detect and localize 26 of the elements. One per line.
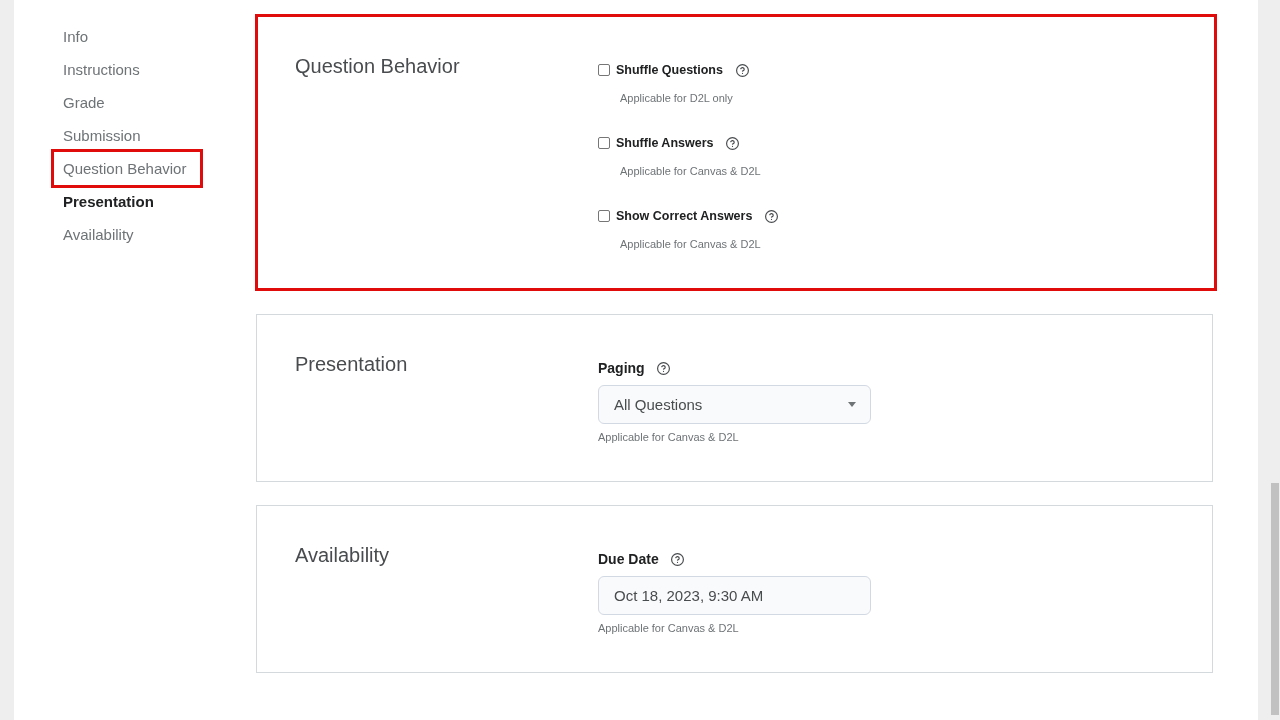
- help-icon[interactable]: [726, 136, 740, 150]
- help-icon[interactable]: [670, 552, 684, 566]
- date-input-field[interactable]: Oct 18, 2023, 9:30 AM: [598, 576, 871, 615]
- scrollbar-thumb[interactable]: [1271, 483, 1279, 715]
- help-icon[interactable]: [735, 63, 749, 77]
- hint-text: Applicable for Canvas & D2L: [598, 430, 739, 445]
- field-label: Paging: [598, 359, 645, 378]
- checkbox-label[interactable]: Show Correct Answers: [616, 206, 753, 226]
- checkbox[interactable]: [598, 64, 610, 76]
- hint-text: Applicable for Canvas & D2L: [619, 164, 761, 179]
- field-label: Due Date: [598, 550, 659, 569]
- checkbox[interactable]: [598, 137, 610, 149]
- section-title: Question Behavior: [295, 54, 460, 78]
- hint-text: Applicable for Canvas & D2L: [619, 237, 761, 252]
- checkbox[interactable]: [598, 210, 610, 222]
- section-title: Presentation: [295, 352, 408, 376]
- checkbox-label[interactable]: Shuffle Questions: [616, 60, 723, 80]
- help-icon[interactable]: [656, 361, 670, 375]
- sidebar-link[interactable]: Question Behavior: [51, 149, 204, 188]
- caret-icon: [848, 402, 856, 407]
- checkbox-label[interactable]: Shuffle Answers: [616, 133, 714, 153]
- hint-text: Applicable for Canvas & D2L: [598, 621, 739, 636]
- paging-select[interactable]: All Questions: [598, 385, 871, 424]
- hint-text: Applicable for D2L only: [619, 91, 733, 106]
- section-title: Availability: [295, 543, 390, 567]
- help-icon[interactable]: [765, 209, 779, 223]
